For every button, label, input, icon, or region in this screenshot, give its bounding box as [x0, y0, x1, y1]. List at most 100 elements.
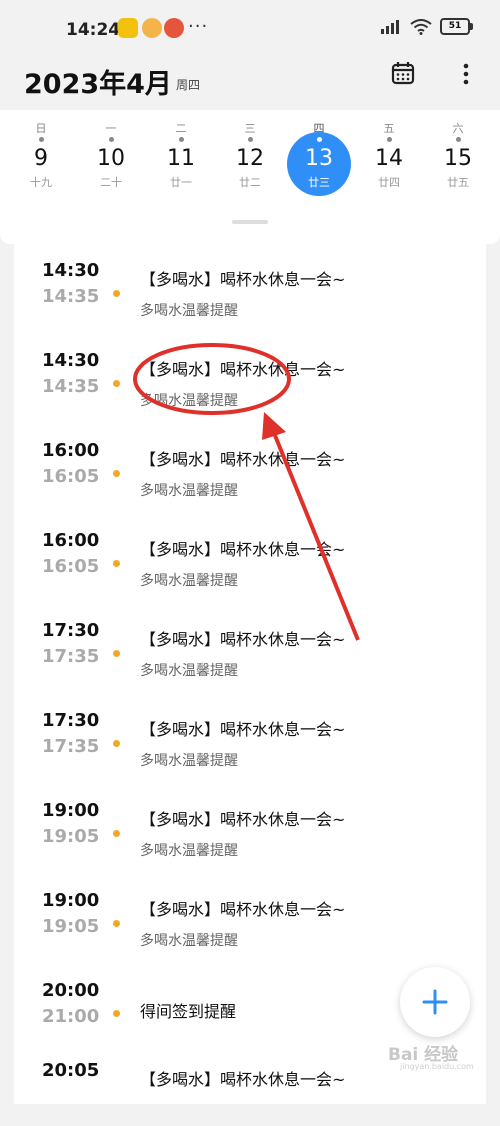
month-title[interactable]: 2023年4月 — [24, 62, 172, 101]
event-item[interactable]: 14:30 14:35 【多喝水】喝杯水休息一会~ 多喝水温馨提醒 — [14, 334, 486, 416]
day-lunar: 十九 — [30, 176, 52, 189]
event-dot-icon — [113, 920, 120, 927]
event-indicator-dot — [247, 137, 253, 142]
event-end-time: 16:05 — [42, 466, 100, 487]
event-item[interactable]: 16:00 16:05 【多喝水】喝杯水休息一会~ 多喝水温馨提醒 — [14, 424, 486, 506]
event-title: 【多喝水】喝杯水休息一会~ — [140, 720, 346, 739]
event-start-time: 14:30 — [42, 260, 100, 281]
event-subtitle: 多喝水温馨提醒 — [140, 573, 238, 589]
watermark-url: jingyan.baidu.com — [400, 1062, 474, 1071]
event-dot-icon — [113, 560, 120, 567]
event-indicator-dot — [38, 137, 44, 142]
day-number: 10 — [97, 146, 125, 171]
event-dot-icon — [113, 470, 120, 477]
event-item[interactable]: 19:00 19:05 【多喝水】喝杯水休息一会~ 多喝水温馨提醒 — [14, 784, 486, 866]
event-start-time: 20:00 — [42, 980, 100, 1001]
event-subtitle: 多喝水温馨提醒 — [140, 933, 238, 949]
day-weekday: 日 — [35, 122, 47, 135]
event-end-time: 16:05 — [42, 556, 100, 577]
event-subtitle: 多喝水温馨提醒 — [140, 663, 238, 679]
event-title: 【多喝水】喝杯水休息一会~ — [140, 1070, 346, 1089]
battery-icon: 51 — [440, 18, 473, 35]
more-options-button[interactable] — [456, 60, 476, 88]
day-cell[interactable]: 一 10 二十 — [81, 110, 141, 190]
day-cell-selected[interactable]: 四 13 廿三 — [287, 110, 351, 196]
event-start-time: 19:00 — [42, 800, 100, 821]
status-bar: 14:24 ··· 51 — [0, 0, 500, 56]
battery-level: 51 — [448, 21, 462, 31]
add-event-button[interactable] — [400, 967, 470, 1037]
more-notifications-icon: ··· — [188, 16, 209, 37]
day-weekday: 六 — [452, 122, 464, 135]
event-item[interactable]: 17:30 17:35 【多喝水】喝杯水休息一会~ 多喝水温馨提醒 — [14, 604, 486, 686]
event-indicator-dot — [108, 137, 114, 142]
app-notification-icon — [118, 18, 138, 38]
event-title: 【多喝水】喝杯水休息一会~ — [140, 630, 346, 649]
event-dot-icon — [113, 380, 120, 387]
event-item[interactable]: 17:30 17:35 【多喝水】喝杯水休息一会~ 多喝水温馨提醒 — [14, 694, 486, 776]
event-dot-icon — [113, 290, 120, 297]
event-start-time: 16:00 — [42, 440, 100, 461]
drag-handle[interactable] — [232, 220, 268, 224]
event-title: 【多喝水】喝杯水休息一会~ — [140, 450, 346, 469]
calendar-icon — [391, 62, 415, 85]
event-indicator-dot — [316, 137, 322, 142]
event-end-time: 21:00 — [42, 1006, 100, 1027]
event-end-time: 14:35 — [42, 376, 100, 397]
event-title: 【多喝水】喝杯水休息一会~ — [140, 900, 346, 919]
event-start-time: 16:00 — [42, 530, 100, 551]
day-cell[interactable]: 日 9 十九 — [11, 110, 71, 190]
event-title: 【多喝水】喝杯水休息一会~ — [140, 810, 346, 829]
day-weekday: 二 — [175, 122, 187, 135]
event-indicator-dot — [178, 137, 184, 142]
event-item[interactable]: 19:00 19:05 【多喝水】喝杯水休息一会~ 多喝水温馨提醒 — [14, 874, 486, 956]
day-number: 14 — [375, 146, 403, 171]
event-start-time: 19:00 — [42, 890, 100, 911]
day-lunar: 廿三 — [308, 176, 330, 189]
event-indicator-dot — [386, 137, 392, 142]
app-notification-icon — [142, 18, 162, 38]
event-dot-icon — [113, 1010, 120, 1017]
day-cell[interactable]: 二 11 廿一 — [151, 110, 211, 190]
event-start-time: 20:05 — [42, 1060, 100, 1081]
day-lunar: 廿四 — [378, 176, 400, 189]
event-subtitle: 多喝水温馨提醒 — [140, 303, 238, 319]
day-number: 15 — [444, 146, 472, 171]
plus-icon — [422, 989, 448, 1015]
status-time: 14:24 — [66, 20, 121, 40]
event-title: 【多喝水】喝杯水休息一会~ — [140, 360, 346, 379]
event-title: 【多喝水】喝杯水休息一会~ — [140, 270, 346, 289]
event-item[interactable]: 14:30 14:35 【多喝水】喝杯水休息一会~ 多喝水温馨提醒 — [14, 244, 486, 326]
event-end-time: 19:05 — [42, 916, 100, 937]
event-start-time: 17:30 — [42, 710, 100, 731]
event-dot-icon — [113, 740, 120, 747]
event-subtitle: 多喝水温馨提醒 — [140, 843, 238, 859]
event-end-time: 14:35 — [42, 286, 100, 307]
event-indicator-dot — [455, 137, 461, 142]
day-cell[interactable]: 六 15 廿五 — [428, 110, 488, 190]
day-number: 11 — [167, 146, 195, 171]
day-number: 9 — [34, 146, 48, 171]
event-end-time: 19:05 — [42, 826, 100, 847]
day-cell[interactable]: 三 12 廿二 — [220, 110, 280, 190]
day-lunar: 廿一 — [170, 176, 192, 189]
header-weekday: 周四 — [176, 78, 201, 92]
event-start-time: 17:30 — [42, 620, 100, 641]
more-vertical-icon — [463, 63, 469, 85]
event-subtitle: 多喝水温馨提醒 — [140, 753, 238, 769]
event-title: 得间签到提醒 — [140, 1002, 237, 1021]
day-lunar: 廿五 — [447, 176, 469, 189]
app-notification-icon — [164, 18, 184, 38]
day-lunar: 廿二 — [239, 176, 261, 189]
event-item[interactable]: 16:00 16:05 【多喝水】喝杯水休息一会~ 多喝水温馨提醒 — [14, 514, 486, 596]
wifi-icon — [410, 18, 432, 35]
event-subtitle: 多喝水温馨提醒 — [140, 393, 238, 409]
event-dot-icon — [113, 650, 120, 657]
day-cell[interactable]: 五 14 廿四 — [359, 110, 419, 190]
signal-icon — [381, 19, 399, 34]
day-weekday: 一 — [105, 122, 117, 135]
day-weekday: 三 — [244, 122, 256, 135]
calendar-button[interactable] — [390, 60, 418, 88]
event-title: 【多喝水】喝杯水休息一会~ — [140, 540, 346, 559]
day-weekday: 五 — [383, 122, 395, 135]
